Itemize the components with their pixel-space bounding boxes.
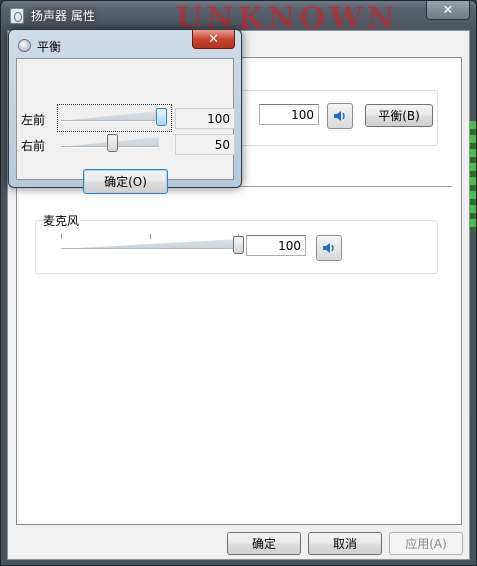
microphone-slider-thumb[interactable] — [233, 236, 244, 254]
left-front-value[interactable]: 100 — [175, 108, 235, 129]
window-icon — [10, 8, 24, 24]
speaker-icon — [323, 243, 334, 253]
balance-button[interactable]: 平衡(B) — [365, 104, 433, 127]
left-front-slider[interactable] — [61, 106, 167, 130]
right-front-value[interactable]: 50 — [175, 134, 235, 155]
apply-button[interactable]: 应用(A) — [389, 532, 463, 555]
microphone-slider[interactable] — [61, 234, 247, 258]
close-icon: ✕ — [208, 31, 219, 47]
left-front-slider-thumb[interactable] — [156, 108, 167, 126]
microphone-mute-button[interactable] — [316, 235, 342, 261]
speaker-mute-button[interactable] — [327, 103, 353, 129]
slider-tick — [61, 234, 62, 239]
speaker-level-value[interactable]: 100 — [259, 104, 319, 125]
background-strip — [470, 121, 476, 231]
window-title: 扬声器 属性 — [31, 9, 95, 23]
background-glow: UNKNOWN — [176, 1, 396, 29]
window-close-button[interactable]: ✕ — [426, 1, 470, 20]
right-front-slider-thumb[interactable] — [107, 134, 118, 152]
balance-client-area: 左前 100 右前 50 确定(O) — [16, 58, 235, 194]
balance-ok-button[interactable]: 确定(O) — [83, 169, 168, 194]
speaker-icon — [334, 111, 345, 121]
ok-button[interactable]: 确定 — [227, 532, 301, 555]
microphone-label: 麦克风 — [41, 212, 82, 229]
balance-icon — [18, 39, 31, 52]
balance-close-button[interactable]: ✕ — [192, 30, 235, 49]
right-front-slider[interactable] — [61, 132, 167, 156]
balance-dialog-title: 平衡 — [37, 40, 62, 54]
cancel-button[interactable]: 取消 — [308, 532, 382, 555]
microphone-level-value[interactable]: 100 — [246, 235, 306, 256]
channel-label-left-front: 左前 — [21, 113, 46, 127]
balance-dialog: 平衡 ✕ 左前 100 右前 50 确定(O) — [8, 29, 242, 194]
slider-tick — [150, 234, 151, 239]
channel-label-right-front: 右前 — [21, 139, 46, 153]
close-icon: ✕ — [442, 2, 454, 18]
